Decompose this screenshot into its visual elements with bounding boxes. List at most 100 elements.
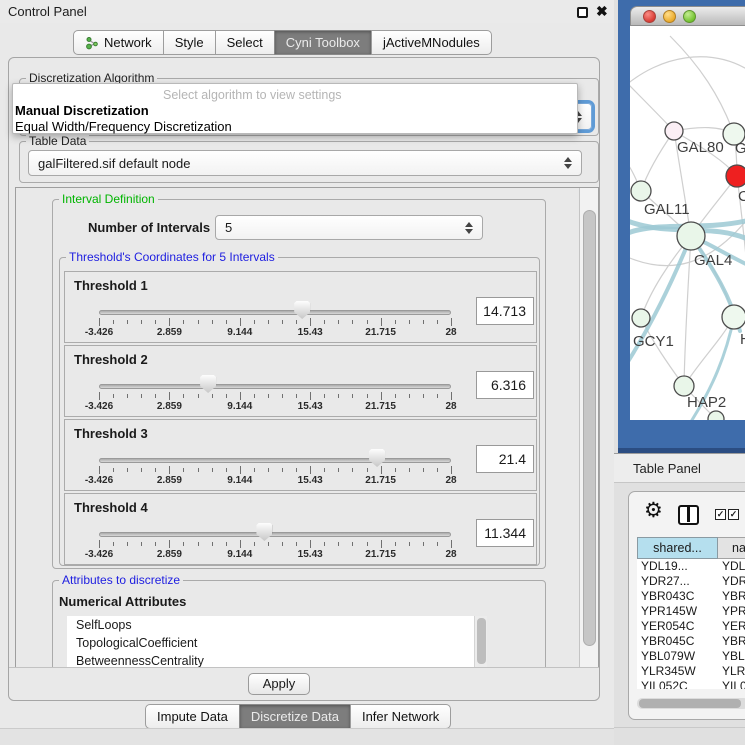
tab-style[interactable]: Style — [163, 30, 216, 55]
combo-stepper-icon[interactable] — [564, 151, 574, 175]
table-data-combo[interactable]: galFiltered.sif default node — [28, 150, 582, 176]
horizontal-scrollbar-thumb[interactable] — [639, 699, 741, 708]
popup-option-equal-width-frequency[interactable]: Equal Width/Frequency Discretization — [15, 119, 232, 134]
tab-select[interactable]: Select — [215, 30, 275, 55]
attribute-item-topologicalcoefficient[interactable]: TopologicalCoefficient — [67, 634, 487, 652]
network-canvas[interactable]: GAL80GACGAL11GAL4GCY1HHAP2 — [630, 26, 745, 420]
network-graph[interactable]: GAL80GACGAL11GAL4GCY1HHAP2 — [630, 26, 745, 420]
tab-label: Network — [104, 35, 152, 50]
threshold-panel-2: Threshold 2-3.4262.8599.14415.4321.71528… — [64, 345, 537, 417]
table-row[interactable]: YDL19...YDL1 — [637, 559, 745, 574]
numerical-attributes-list[interactable]: SelfLoopsTopologicalCoefficientBetweenne… — [67, 616, 487, 668]
attribute-item-selfloops[interactable]: SelfLoops — [67, 616, 487, 634]
table-row[interactable]: YBR045CYBR0 — [637, 634, 745, 649]
network-node-gcy1[interactable] — [632, 309, 650, 327]
network-edge[interactable] — [684, 236, 691, 386]
cell-name: YDL1 — [722, 559, 745, 574]
tick-mark — [127, 394, 128, 398]
table-row[interactable]: YER054CYER0 — [637, 619, 745, 634]
table-row[interactable]: YBR043CYBR0 — [637, 589, 745, 604]
threshold-label: Threshold 2 — [74, 352, 148, 367]
table-row[interactable]: YDR27...YDR2 — [637, 574, 745, 589]
threshold-value-field[interactable]: 21.4 — [476, 445, 534, 473]
slider-track[interactable] — [99, 384, 451, 389]
table-panel-header: Table Panel — [614, 453, 745, 483]
combo-stepper-icon[interactable] — [465, 216, 475, 239]
column-header-shared[interactable]: shared... — [637, 537, 718, 559]
threshold-value-field[interactable]: 14.713 — [476, 297, 534, 325]
cell-name: YBL0 — [722, 649, 745, 664]
network-node-gal11[interactable] — [631, 181, 651, 201]
tab-impute-data[interactable]: Impute Data — [145, 704, 240, 729]
tick-mark — [367, 320, 368, 324]
slider-thumb-icon[interactable] — [369, 449, 385, 467]
network-icon — [85, 36, 99, 50]
minimize-traffic-icon[interactable] — [663, 10, 676, 23]
attribute-item-betweennesscentrality[interactable]: BetweennessCentrality — [67, 652, 487, 668]
checkbox-checked-icon[interactable]: ✓ — [728, 509, 739, 520]
float-window-icon[interactable] — [577, 7, 588, 18]
tick-mark — [338, 320, 339, 324]
slider-track[interactable] — [99, 310, 451, 315]
network-view-window: GAL80GACGAL11GAL4GCY1HHAP2 — [630, 6, 745, 420]
tab-cyni-toolbox[interactable]: Cyni Toolbox — [274, 30, 372, 55]
slider-ticks — [99, 540, 451, 549]
tick-mark — [409, 468, 410, 472]
popup-option-manual-discretization[interactable]: Manual Discretization — [15, 103, 149, 118]
network-edge[interactable] — [630, 76, 674, 131]
threshold-value-field[interactable]: 11.344 — [476, 519, 534, 547]
tick-label: 21.715 — [365, 549, 396, 560]
column-header-name[interactable]: na — [718, 537, 745, 559]
gear-icon[interactable]: ⚙ — [644, 500, 663, 522]
table-row[interactable]: YLR345WYLR3 — [637, 664, 745, 679]
table-row[interactable]: YPR145WYPR1 — [637, 604, 745, 619]
close-icon[interactable]: ✖ — [596, 3, 608, 20]
network-node-hap2[interactable] — [674, 376, 694, 396]
horizontal-scrollbar[interactable] — [637, 698, 745, 709]
tab-label: Discretize Data — [251, 709, 339, 724]
tick-label: 28 — [445, 549, 456, 560]
table-row[interactable]: YIL052CYIL0 — [637, 679, 745, 689]
network-edge[interactable] — [630, 57, 745, 86]
network-node-c[interactable] — [726, 165, 745, 187]
numerical-attributes-label: Numerical Attributes — [59, 594, 186, 609]
tab-jactivemnodules[interactable]: jActiveMNodules — [371, 30, 492, 55]
split-column-icon[interactable] — [678, 505, 699, 525]
slider-thumb-icon[interactable] — [200, 375, 216, 393]
tab-infer-network[interactable]: Infer Network — [350, 704, 451, 729]
slider-thumb-icon[interactable] — [256, 523, 272, 541]
tick-mark — [254, 468, 255, 472]
vertical-scrollbar-thumb[interactable] — [583, 210, 596, 646]
apply-button[interactable]: Apply — [248, 673, 310, 695]
network-node-gal80[interactable] — [665, 122, 683, 140]
network-edge[interactable] — [670, 36, 734, 134]
number-of-intervals-combo[interactable]: 5 — [215, 215, 483, 240]
slider-thumb-icon[interactable] — [294, 301, 310, 319]
tick-mark — [169, 392, 170, 400]
table-row[interactable]: YBL079WYBL0 — [637, 649, 745, 664]
list-scrollbar[interactable] — [474, 616, 487, 668]
network-edge[interactable] — [684, 317, 734, 386]
threshold-value-field[interactable]: 6.316 — [476, 371, 534, 399]
network-node-h[interactable] — [722, 305, 745, 329]
network-edge-weighted[interactable] — [630, 236, 691, 371]
zoom-traffic-icon[interactable] — [683, 10, 696, 23]
tick-label: 28 — [445, 327, 456, 338]
checkbox-checked-icon[interactable]: ✓ — [715, 509, 726, 520]
network-node-gal4[interactable] — [677, 222, 705, 250]
close-traffic-icon[interactable] — [643, 10, 656, 23]
tab-discretize-data[interactable]: Discretize Data — [239, 704, 351, 729]
vertical-scrollbar[interactable] — [579, 188, 599, 668]
tick-mark — [155, 320, 156, 324]
tick-mark — [381, 466, 382, 474]
tab-network[interactable]: Network — [73, 30, 164, 55]
slider-track[interactable] — [99, 458, 451, 463]
tick-mark — [183, 394, 184, 398]
slider-track[interactable] — [99, 532, 451, 537]
cell-shared-name: YBR045C — [641, 634, 694, 649]
network-node[interactable] — [708, 411, 724, 420]
list-scrollbar-thumb[interactable] — [477, 618, 486, 664]
tick-mark — [437, 320, 438, 324]
tick-mark — [352, 468, 353, 472]
tick-mark — [423, 394, 424, 398]
